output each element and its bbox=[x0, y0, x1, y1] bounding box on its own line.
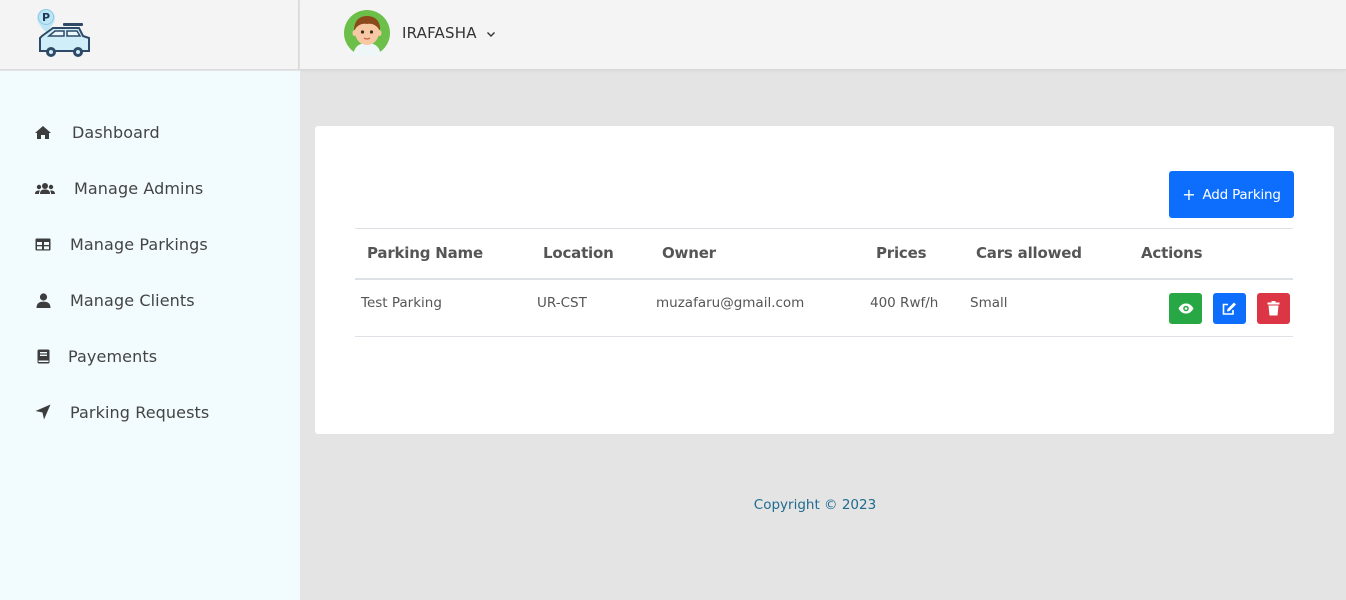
eye-icon bbox=[1178, 303, 1193, 314]
cell-location: UR-CST bbox=[537, 295, 587, 311]
sidebar-item-payements[interactable]: Payements bbox=[0, 336, 300, 376]
parking-car-logo-icon: P bbox=[37, 9, 90, 57]
cell-price: 400 Rwf/h bbox=[870, 295, 939, 311]
column-header: Location bbox=[543, 244, 614, 262]
column-header: Parking Name bbox=[367, 244, 483, 262]
edit-icon bbox=[1222, 302, 1236, 315]
trash-icon bbox=[1267, 301, 1280, 316]
home-icon bbox=[34, 124, 52, 140]
delete-button[interactable] bbox=[1257, 293, 1290, 324]
user-menu[interactable]: IRAFASHA bbox=[344, 10, 496, 56]
user-icon bbox=[34, 292, 52, 308]
logo-area: P bbox=[0, 0, 299, 70]
table-icon bbox=[34, 236, 52, 252]
users-icon bbox=[35, 180, 55, 196]
copyright-text: Copyright © 2023 bbox=[753, 497, 877, 513]
chevron-down-icon bbox=[486, 31, 495, 37]
cell-parking-name: Test Parking bbox=[361, 295, 442, 311]
logo-badge-text: P bbox=[42, 11, 50, 24]
sidebar-item-manage-admins[interactable]: Manage Admins bbox=[0, 168, 300, 208]
column-header: Cars allowed bbox=[976, 244, 1082, 262]
sidebar: Dashboard Manage Admins Manage Parkings … bbox=[0, 71, 300, 600]
location-arrow-icon bbox=[34, 404, 52, 420]
add-parking-label: Add Parking bbox=[1202, 186, 1281, 203]
parkings-table: Parking Name Location Owner Prices Cars … bbox=[355, 228, 1293, 337]
sidebar-item-label: Parking Requests bbox=[70, 403, 210, 422]
column-header: Prices bbox=[876, 244, 927, 262]
column-header: Owner bbox=[662, 244, 716, 262]
sidebar-item-label: Manage Clients bbox=[70, 291, 195, 310]
sidebar-item-manage-parkings[interactable]: Manage Parkings bbox=[0, 224, 300, 264]
table-header: Parking Name Location Owner Prices Cars … bbox=[355, 228, 1293, 280]
cell-cars-allowed: Small bbox=[970, 295, 1008, 311]
sidebar-item-manage-clients[interactable]: Manage Clients bbox=[0, 280, 300, 320]
column-header: Actions bbox=[1141, 244, 1203, 262]
plus-icon: + bbox=[1182, 185, 1196, 204]
sidebar-item-label: Manage Parkings bbox=[70, 235, 208, 254]
username: IRAFASHA bbox=[402, 24, 477, 42]
sidebar-item-label: Dashboard bbox=[72, 123, 160, 142]
cell-owner: muzafaru@gmail.com bbox=[656, 295, 805, 311]
top-bar: IRAFASHA bbox=[300, 0, 1346, 70]
sidebar-item-label: Payements bbox=[68, 347, 158, 366]
sidebar-item-label: Manage Admins bbox=[74, 179, 204, 198]
book-icon bbox=[34, 348, 52, 364]
sidebar-item-parking-requests[interactable]: Parking Requests bbox=[0, 392, 300, 432]
add-parking-button[interactable]: + Add Parking bbox=[1169, 171, 1294, 218]
avatar bbox=[344, 10, 390, 56]
edit-button[interactable] bbox=[1213, 293, 1246, 324]
parkings-card: + Add Parking Parking Name Location Owne… bbox=[315, 126, 1334, 434]
view-button[interactable] bbox=[1169, 293, 1202, 324]
table-row: Test Parking UR-CST muzafaru@gmail.com 4… bbox=[355, 280, 1293, 337]
sidebar-item-dashboard[interactable]: Dashboard bbox=[0, 112, 300, 152]
